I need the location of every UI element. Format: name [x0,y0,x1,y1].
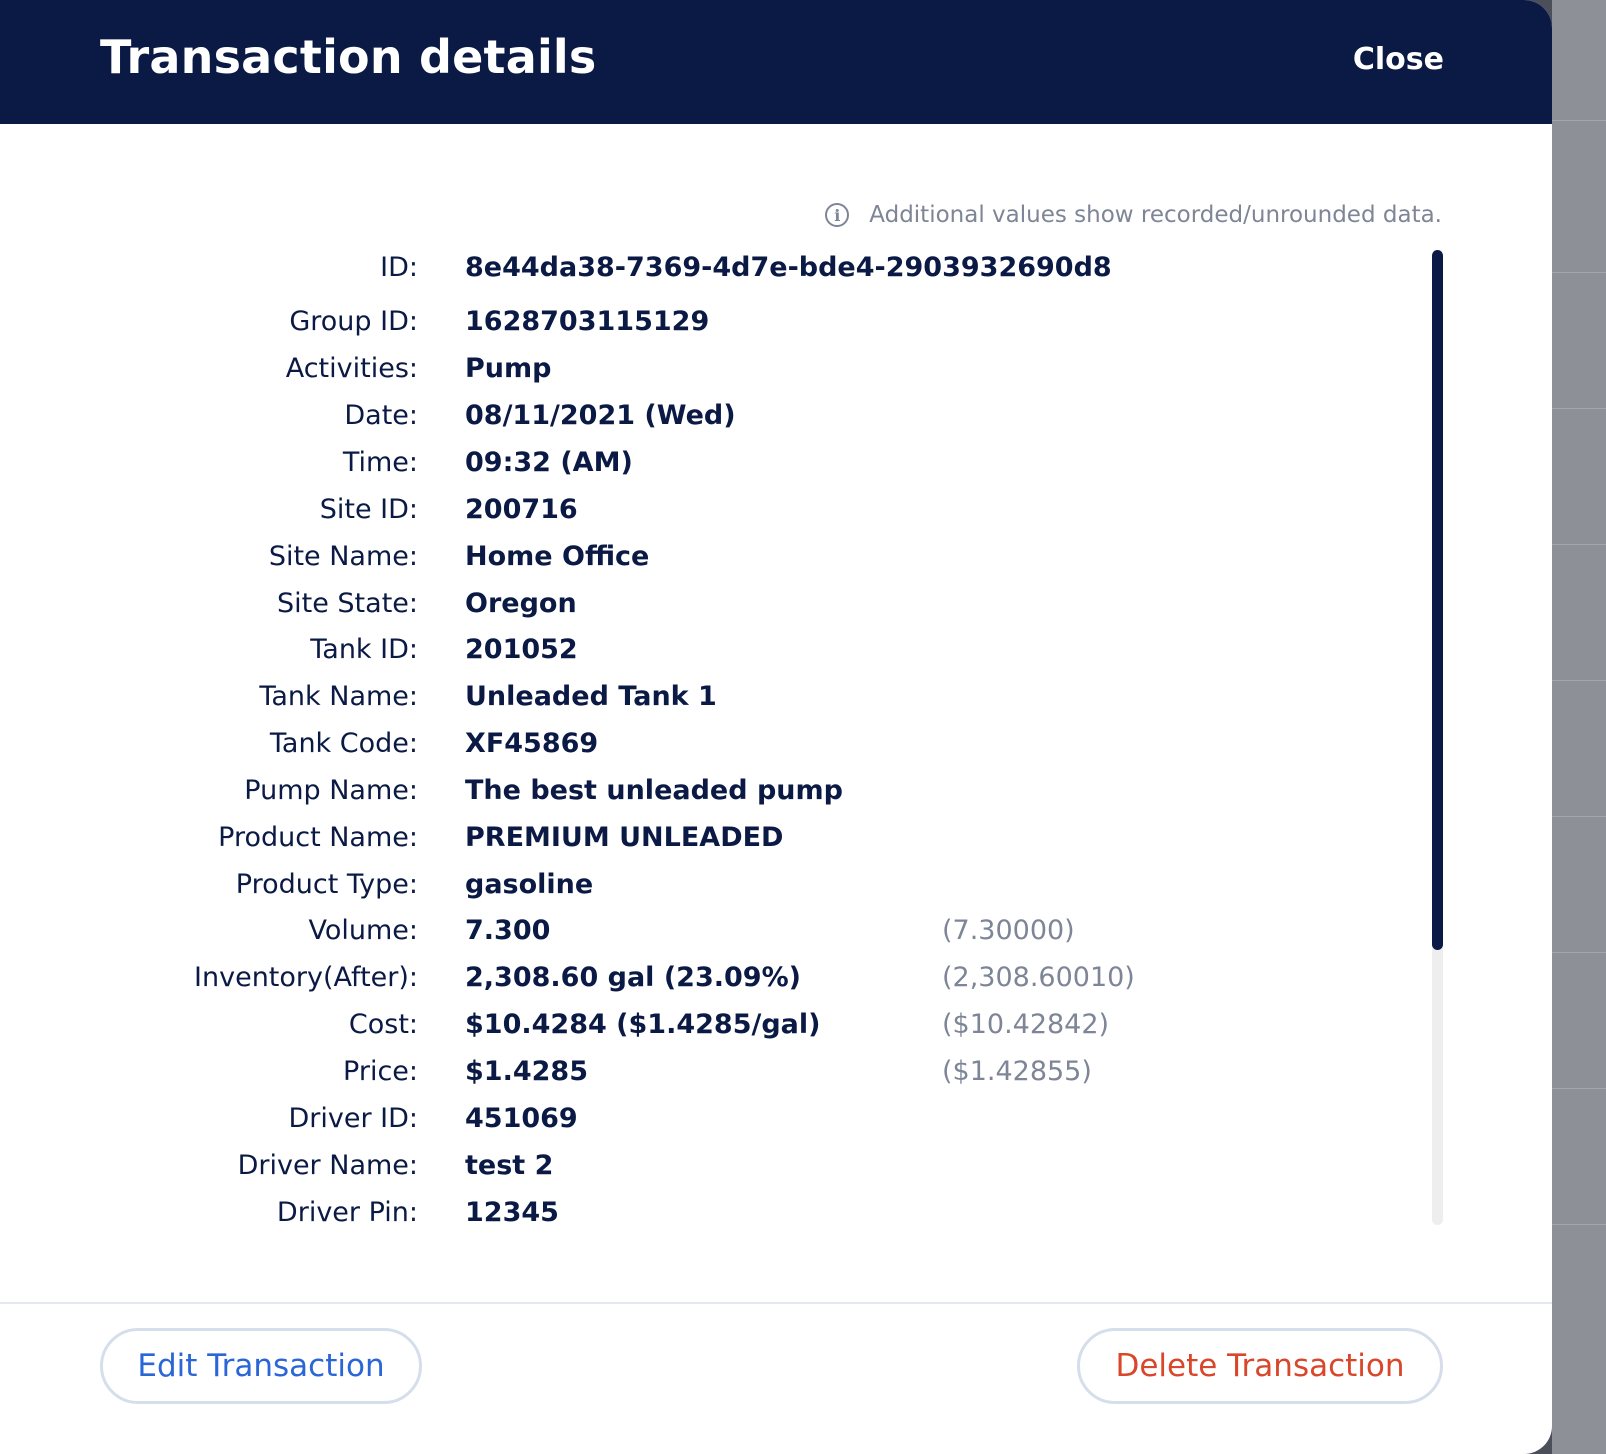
info-note: i Additional values show recorded/unroun… [825,202,1442,228]
info-icon: i [825,203,850,227]
details-list[interactable]: ID: 8e44da38-7369-4d7e-bde4-2903932690d8… [0,244,1420,1229]
detail-label: Driver ID: [288,1103,418,1134]
detail-label: ID: [380,252,418,283]
detail-row-tank-code: Tank Code: XF45869 [0,722,1420,766]
modal-header: Transaction details Close [0,0,1552,124]
detail-value: $10.4284 ($1.4285/gal) [465,1009,821,1040]
scrollbar-thumb[interactable] [1432,250,1443,950]
detail-row-tank-name: Tank Name: Unleaded Tank 1 [0,675,1420,719]
detail-label: Tank ID: [310,634,418,665]
detail-row-tank-id: Tank ID: 201052 [0,628,1420,672]
detail-label: Product Name: [218,822,418,853]
detail-raw-value: ($1.42855) [942,1056,1092,1087]
detail-row-group-id: Group ID: 1628703115129 [0,300,1420,344]
detail-label: Tank Code: [269,728,418,759]
detail-label: Site State: [277,588,418,619]
close-button[interactable]: Close [1353,42,1444,77]
detail-value: Unleaded Tank 1 [465,681,717,712]
detail-row-time: Time: 09:32 (AM) [0,441,1420,485]
detail-row-volume: Volume: 7.300 (7.30000) [0,909,1420,953]
detail-row-product-type: Product Type: gasoline [0,863,1420,907]
details-scrollbar[interactable] [1432,250,1443,1225]
delete-transaction-button[interactable]: Delete Transaction [1077,1328,1443,1404]
detail-raw-value: ($10.42842) [942,1009,1110,1040]
detail-row-inventory-after: Inventory(After): 2,308.60 gal (23.09%) … [0,956,1420,1000]
detail-value: 08/11/2021 (Wed) [465,400,736,431]
detail-label: Product Type: [235,869,418,900]
detail-value: 2,308.60 gal (23.09%) [465,962,801,993]
detail-label: Inventory(After): [194,962,418,993]
detail-label: Tank Name: [259,681,418,712]
footer-divider [0,1302,1552,1304]
detail-value: 201052 [465,634,578,665]
detail-label: Cost: [348,1009,418,1040]
detail-label: Site Name: [268,541,418,572]
detail-value: Home Office [465,541,650,572]
detail-row-date: Date: 08/11/2021 (Wed) [0,394,1420,438]
detail-row-site-state: Site State: Oregon [0,582,1420,626]
detail-row-site-id: Site ID: 200716 [0,488,1420,532]
detail-label: Volume: [308,915,418,946]
detail-row-cost: Cost: $10.4284 ($1.4285/gal) ($10.42842) [0,1003,1420,1047]
detail-label: Price: [343,1056,418,1087]
detail-value: 12345 [465,1197,559,1228]
detail-label: Pump Name: [244,775,418,806]
detail-row-driver-pin: Driver Pin: 12345 [0,1191,1420,1229]
detail-label: Activities: [285,353,418,384]
detail-value: PREMIUM UNLEADED [465,822,784,853]
detail-label: Driver Name: [237,1150,418,1181]
detail-value: 1628703115129 [465,306,710,337]
detail-raw-value: (7.30000) [942,915,1075,946]
detail-row-activities: Activities: Pump [0,347,1420,391]
transaction-details-modal: Transaction details Close i Additional v… [0,0,1552,1454]
detail-label: Group ID: [289,306,418,337]
detail-row-driver-id: Driver ID: 451069 [0,1097,1420,1141]
info-note-text: Additional values show recorded/unrounde… [869,202,1442,228]
detail-raw-value: (2,308.60010) [942,962,1135,993]
detail-value: gasoline [465,869,594,900]
detail-value: XF45869 [465,728,599,759]
edit-transaction-button[interactable]: Edit Transaction [100,1328,422,1404]
modal-title: Transaction details [100,30,597,84]
page-backdrop [1552,0,1606,1454]
detail-row-id: ID: 8e44da38-7369-4d7e-bde4-2903932690d8 [0,246,1420,290]
detail-row-pump-name: Pump Name: The best unleaded pump [0,769,1420,813]
detail-value: 200716 [465,494,578,525]
detail-label: Time: [342,447,418,478]
detail-row-driver-name: Driver Name: test 2 [0,1144,1420,1188]
detail-value: test 2 [465,1150,554,1181]
detail-value: 7.300 [465,915,551,946]
detail-row-site-name: Site Name: Home Office [0,535,1420,579]
detail-value: Oregon [465,588,577,619]
detail-label: Driver Pin: [276,1197,418,1228]
detail-label: Date: [344,400,418,431]
detail-value: Pump [465,353,552,384]
detail-label: Site ID: [319,494,418,525]
detail-row-product-name: Product Name: PREMIUM UNLEADED [0,816,1420,860]
detail-value: The best unleaded pump [465,775,843,806]
detail-value: $1.4285 [465,1056,588,1087]
detail-value: 8e44da38-7369-4d7e-bde4-2903932690d8 [465,252,1112,283]
detail-value: 451069 [465,1103,578,1134]
detail-value: 09:32 (AM) [465,447,633,478]
detail-row-price: Price: $1.4285 ($1.42855) [0,1050,1420,1094]
